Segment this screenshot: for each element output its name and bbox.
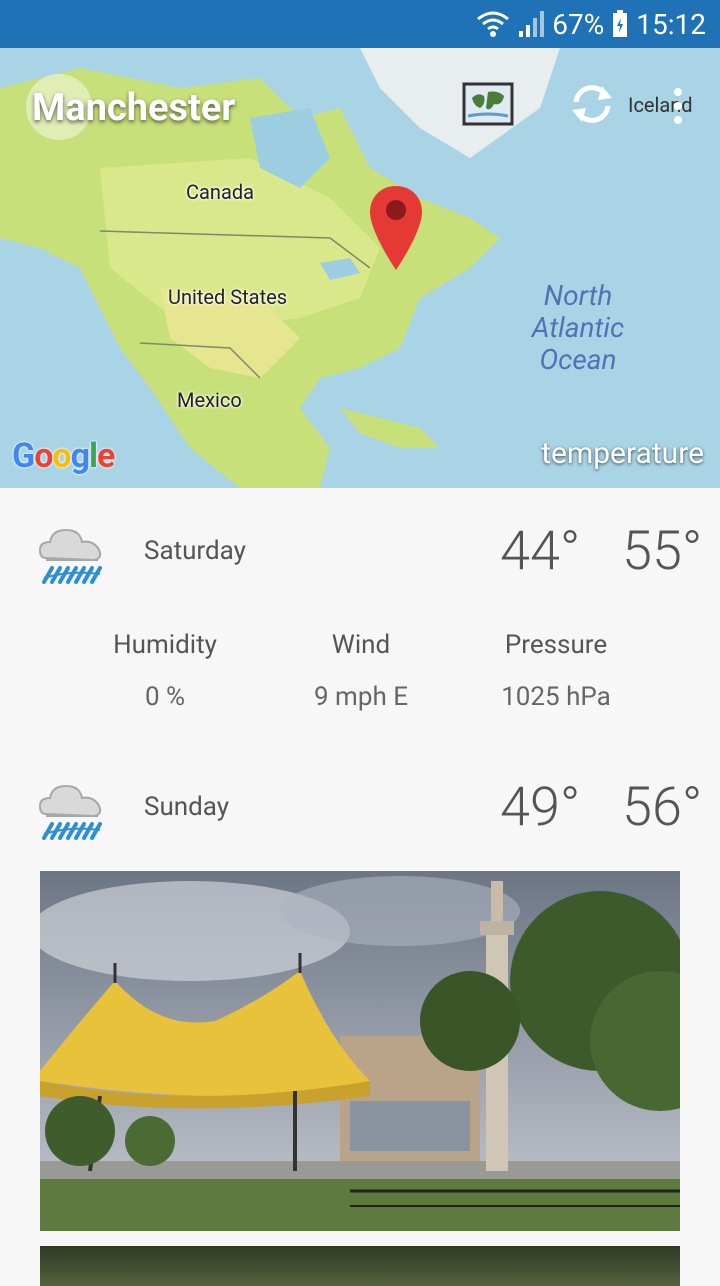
status-bar: 67% 15:12 <box>0 0 720 48</box>
humidity-label: Humidity <box>113 630 217 660</box>
ocean-line-2: Atlantic <box>531 311 625 344</box>
pressure-block: Pressure 1025 hPa <box>456 630 656 712</box>
wifi-icon <box>477 11 510 37</box>
day-name: Saturday <box>144 536 246 566</box>
ocean-line-3: Ocean <box>539 343 617 376</box>
day-name: Sunday <box>144 792 230 822</box>
weather-details: Humidity 0 % Wind 9 mph E Pressure 1025 … <box>0 630 720 730</box>
map-label-canada: Canada <box>186 180 254 204</box>
map-label-united-states: United States <box>168 285 288 309</box>
city-photo-image <box>40 871 680 1231</box>
wind-block: Wind 9 mph E <box>261 630 461 712</box>
google-logo: Google <box>12 436 115 476</box>
city-photo[interactable] <box>40 871 680 1231</box>
city-title[interactable]: Manchester <box>32 86 235 130</box>
clock: 15:12 <box>636 7 706 41</box>
temp-high: 56° <box>622 776 703 839</box>
rain-cloud-icon <box>38 784 102 840</box>
rain-cloud-icon <box>38 528 102 584</box>
weather-map[interactable]: Manchester Iceland Canada United States … <box>0 48 720 488</box>
status-indicators: 67% 15:12 <box>476 6 706 42</box>
ocean-line-1: North <box>543 279 613 312</box>
signal-icon <box>519 11 545 37</box>
temp-high: 55° <box>622 520 703 583</box>
pressure-value: 1025 hPa <box>501 682 611 712</box>
temp-low: 49° <box>500 776 581 839</box>
city-photo-2[interactable] <box>40 1246 680 1286</box>
map-label-ocean: North Atlantic Ocean <box>520 280 636 376</box>
forecast-row-sunday[interactable]: Sunday 49° 56° <box>0 756 720 876</box>
humidity-block: Humidity 0 % <box>65 630 265 712</box>
map-label-mexico: Mexico <box>177 388 242 412</box>
map-layer-button[interactable] <box>462 82 514 126</box>
forecast-row-saturday[interactable]: Saturday 44° 55° <box>0 500 720 620</box>
refresh-icon[interactable] <box>568 80 616 128</box>
more-options-icon[interactable] <box>664 86 692 128</box>
wind-value: 9 mph E <box>313 682 408 712</box>
temp-low: 44° <box>500 520 581 583</box>
location-pin-icon[interactable] <box>368 184 424 274</box>
battery-icon <box>613 10 628 37</box>
map-layer-label: temperature <box>541 436 704 471</box>
humidity-value: 0 % <box>144 682 186 712</box>
pressure-label: Pressure <box>504 630 608 660</box>
wind-label: Wind <box>331 630 391 660</box>
battery-percent: 67% <box>552 7 605 41</box>
